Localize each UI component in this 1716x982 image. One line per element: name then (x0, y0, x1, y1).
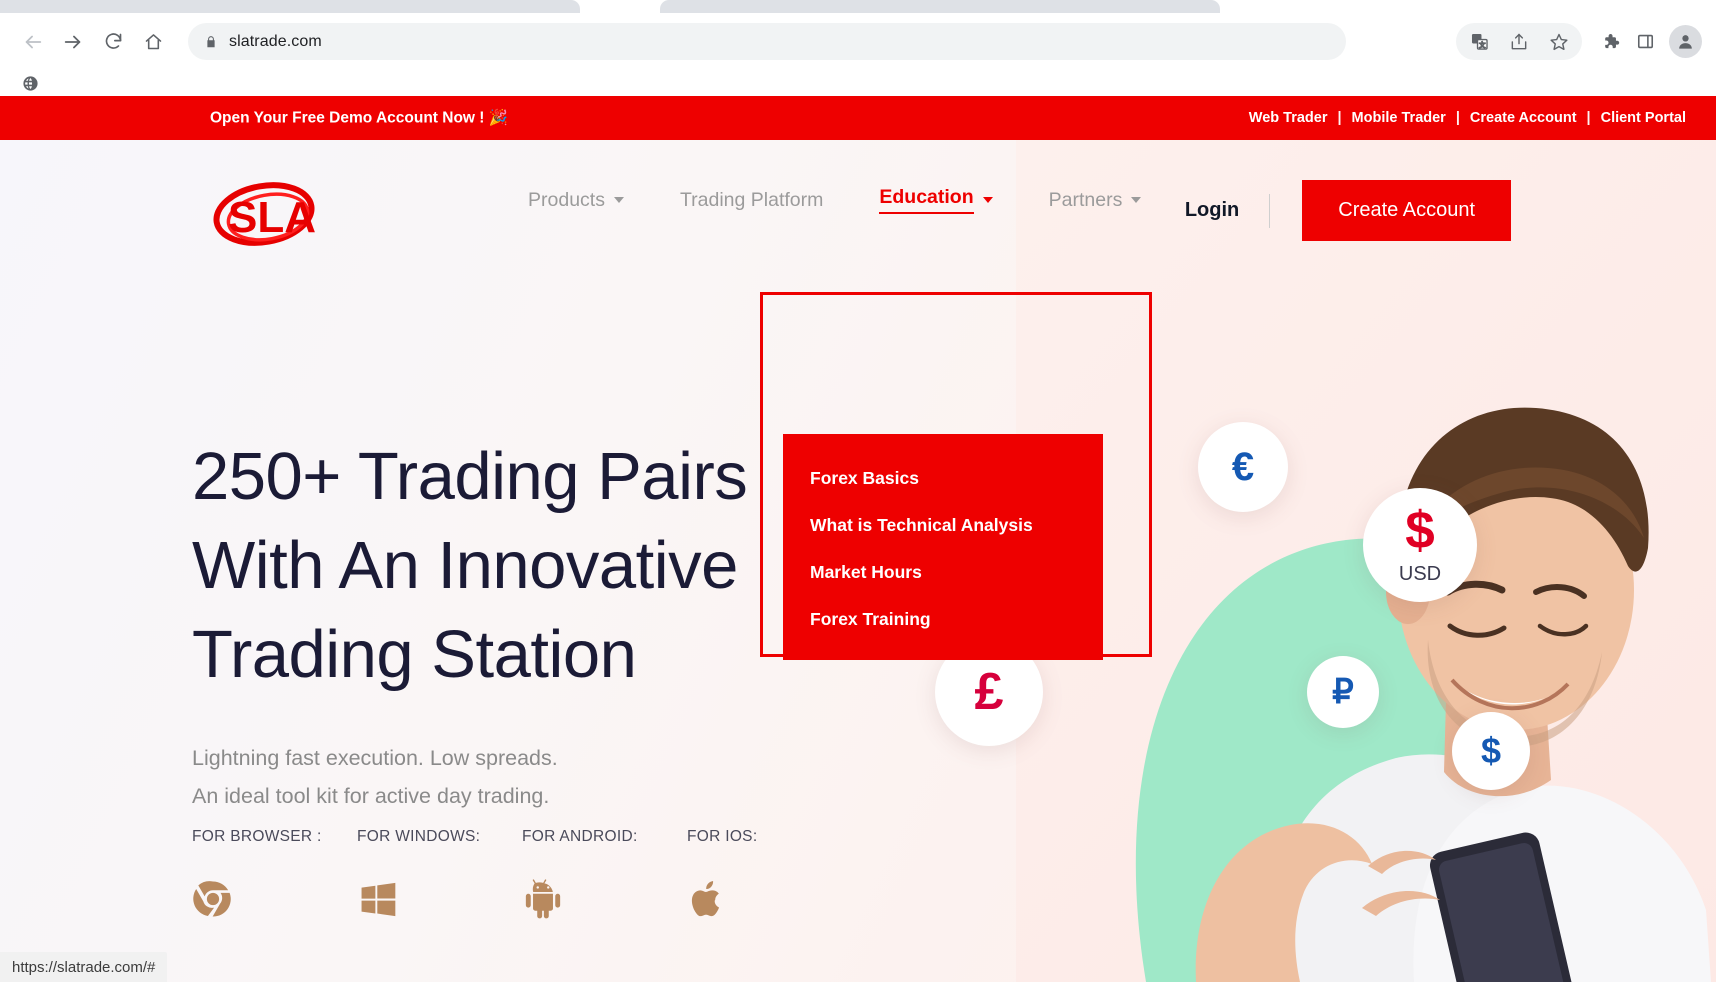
dropdown-item-market-hours[interactable]: Market Hours (810, 562, 1103, 583)
link-web-trader[interactable]: Web Trader (1239, 110, 1338, 126)
address-bar[interactable]: slatrade.com (188, 23, 1346, 60)
currency-symbol: $ (1405, 501, 1435, 560)
link-separator-3: | (1586, 110, 1591, 126)
dropdown-item-forex-basics[interactable]: Forex Basics (810, 468, 1103, 489)
windows-icon[interactable] (357, 878, 522, 925)
currency-badge-usd-blue: $ (1452, 712, 1530, 790)
tab-strip (0, 0, 1716, 13)
back-arrow-icon[interactable] (14, 23, 52, 61)
status-bar-url: https://slatrade.com/# (12, 958, 156, 976)
platform-ios: FOR IOS: (687, 828, 852, 925)
hero-headline-line-2: With An Innovative (192, 528, 738, 603)
currency-symbol: ₽ (1332, 673, 1354, 711)
browser-toolbar: slatrade.com G文 (0, 13, 1716, 70)
tab-partial-left[interactable] (0, 0, 580, 13)
currency-badge-eur: € (1198, 422, 1288, 512)
nav-item-education[interactable]: Education (851, 186, 1020, 214)
logo-text: SLA (228, 193, 316, 242)
hero-subtext-line-1: Lightning fast execution. Low spreads. (192, 746, 558, 770)
login-link[interactable]: Login (1185, 199, 1269, 222)
omnibox-action-pill: G文 (1456, 23, 1582, 60)
forward-arrow-icon[interactable] (54, 23, 92, 61)
translate-icon[interactable]: G文 (1462, 25, 1496, 59)
link-separator-1: | (1337, 110, 1342, 126)
chevron-down-icon (613, 197, 624, 203)
link-mobile-trader[interactable]: Mobile Trader (1342, 110, 1456, 126)
svg-text:文: 文 (1479, 40, 1486, 49)
site-logo[interactable]: SLA (210, 170, 330, 260)
education-dropdown-menu: Forex Basics What is Technical Analysis … (783, 434, 1103, 660)
platform-windows: FOR WINDOWS: (357, 828, 522, 925)
link-create-account[interactable]: Create Account (1460, 110, 1587, 126)
promo-bar: Open Your Free Demo Account Now ! 🎉 Web … (0, 96, 1716, 140)
hero-copy: 250+ Trading Pairs With An Innovative Tr… (192, 432, 748, 815)
reload-icon[interactable] (94, 23, 132, 61)
link-client-portal[interactable]: Client Portal (1591, 110, 1696, 126)
bookmarks-bar (0, 70, 1716, 96)
platform-downloads: FOR BROWSER : FOR WINDOWS: FOR ANDROID: (192, 828, 852, 925)
nav-label: Products (528, 188, 605, 211)
nav-item-trading-platform[interactable]: Trading Platform (652, 189, 851, 212)
puzzle-extensions-icon[interactable] (1593, 25, 1627, 59)
promo-text[interactable]: Open Your Free Demo Account Now ! 🎉 (210, 109, 508, 128)
globe-bookmark-icon[interactable] (22, 75, 39, 92)
profile-avatar-icon[interactable] (1669, 25, 1702, 58)
auth-actions: Login Create Account (1185, 180, 1511, 241)
nav-item-partners[interactable]: Partners (1021, 189, 1170, 212)
home-icon[interactable] (134, 23, 172, 61)
star-bookmark-icon[interactable] (1542, 25, 1576, 59)
link-separator-2: | (1455, 110, 1460, 126)
browser-window: slatrade.com G文 Open Your Free Demo Acco… (0, 0, 1716, 982)
platform-label: FOR IOS: (687, 828, 758, 845)
auth-divider (1269, 193, 1271, 228)
nav-label: Trading Platform (679, 188, 824, 211)
platform-browser: FOR BROWSER : (192, 828, 357, 925)
nav-label: Partners (1048, 188, 1123, 211)
site-header: SLA Products Trading Platform Education (0, 140, 1716, 280)
chevron-down-icon (1131, 197, 1142, 203)
chevron-down-icon (982, 197, 993, 203)
chrome-icon[interactable] (192, 878, 357, 925)
hero-subtext-line-2: An ideal tool kit for active day trading… (192, 784, 550, 808)
currency-badge-usd: $ USD (1363, 488, 1477, 602)
main-navigation: Products Trading Platform Education Part… (500, 186, 1169, 214)
hero-headline-line-3: Trading Station (192, 617, 637, 692)
android-icon[interactable] (522, 878, 687, 925)
status-bar: https://slatrade.com/# (0, 952, 168, 982)
utility-links: Web Trader | Mobile Trader | Create Acco… (1239, 110, 1696, 126)
web-page: Open Your Free Demo Account Now ! 🎉 Web … (0, 96, 1716, 982)
nav-item-products[interactable]: Products (500, 189, 652, 212)
apple-icon[interactable] (687, 878, 852, 925)
share-icon[interactable] (1502, 25, 1536, 59)
currency-code: USD (1398, 563, 1442, 585)
currency-symbol: € (1231, 445, 1255, 489)
dropdown-item-technical-analysis[interactable]: What is Technical Analysis (810, 515, 1103, 536)
hero-subtext: Lightning fast execution. Low spreads. A… (192, 739, 747, 815)
currency-badge-rub: ₽ (1307, 656, 1379, 728)
toolbar-actions: G文 (1456, 23, 1702, 60)
side-panel-icon[interactable] (1628, 25, 1662, 59)
create-account-button[interactable]: Create Account (1302, 180, 1511, 241)
nav-label: Education (879, 186, 974, 214)
platform-label: FOR BROWSER : (192, 828, 322, 845)
platform-label: FOR ANDROID: (522, 828, 638, 845)
tab-partial-right[interactable] (660, 0, 1220, 13)
address-bar-text: slatrade.com (229, 32, 322, 50)
platform-label: FOR WINDOWS: (357, 828, 481, 845)
dropdown-item-forex-training[interactable]: Forex Training (810, 609, 1103, 630)
lock-icon (204, 35, 218, 49)
currency-symbol: $ (1480, 730, 1502, 771)
platform-android: FOR ANDROID: (522, 828, 687, 925)
hero-section: $ USD ₽ $ £ € SLA Products Trading Platf… (0, 140, 1716, 982)
hero-headline-line-1: 250+ Trading Pairs (192, 439, 748, 514)
currency-symbol: £ (974, 663, 1004, 721)
